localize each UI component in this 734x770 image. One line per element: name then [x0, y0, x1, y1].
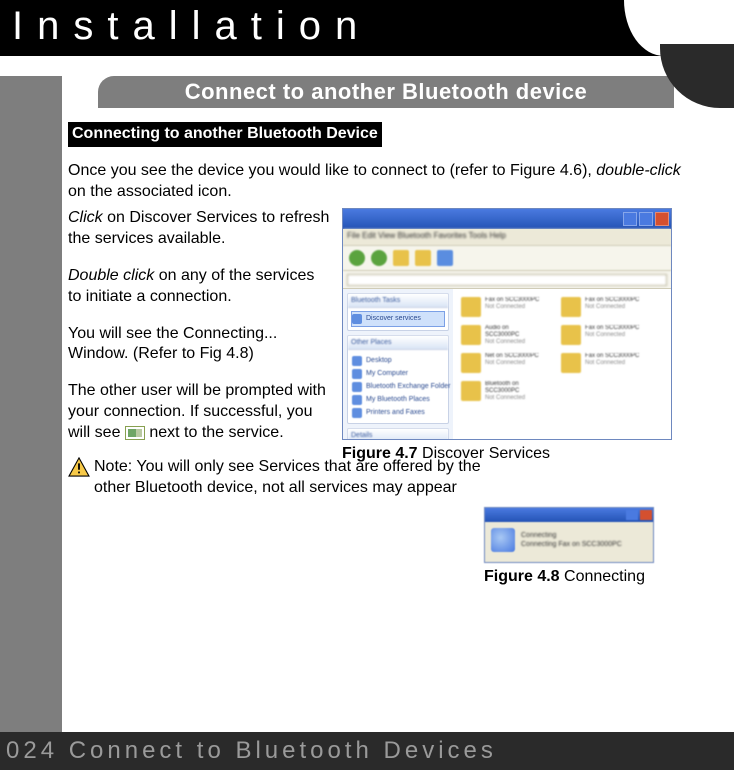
intro-paragraph: Once you see the device you would like t… [68, 161, 694, 203]
dialog-title: Connecting [521, 531, 647, 540]
sidebar-panel-details: Details LAPTOP [347, 428, 449, 440]
note-text: Note: You will only see Services that ar… [94, 457, 494, 499]
help-button-icon [626, 510, 638, 520]
dialog-text: Connecting Fax on SCC3000PC [521, 540, 647, 549]
intro-italic: double-click [596, 162, 680, 179]
section-banner: Connect to another Bluetooth device [0, 76, 734, 108]
panel-header: Details [348, 429, 448, 440]
panel-item: My Bluetooth Places [352, 393, 444, 406]
footer-text: 024 Connect to Bluetooth Devices [6, 737, 497, 764]
forward-icon [371, 250, 387, 266]
service-status: Not Connected [585, 332, 643, 339]
warning-icon [68, 457, 90, 477]
service-name: Fax on SCC3000PC [485, 297, 543, 304]
service-item: Fax on SCC3000PCNot Connected [461, 297, 543, 317]
service-icon [561, 353, 581, 373]
page-header: Installation [0, 0, 734, 56]
panel-header: Bluetooth Tasks [348, 294, 448, 308]
service-name: Fax on SCC3000PC [585, 353, 643, 360]
p4-b: next to the service. [145, 424, 284, 441]
service-status: Not Connected [585, 360, 643, 367]
service-name: Bluetooth on SCC3000PC [485, 381, 543, 394]
close-button-icon [640, 510, 652, 520]
p1-rest: on Discover Services to refresh the serv… [68, 209, 329, 247]
subsection-heading: Connecting to another Bluetooth Device [68, 122, 382, 147]
page-title: Installation [0, 0, 734, 49]
section-banner-title: Connect to another Bluetooth device [98, 76, 674, 108]
figure-48-screenshot: Connecting Connecting Fax on SCC3000PC [484, 507, 654, 563]
service-item: Fax on SCC3000PCNot Connected [561, 325, 643, 345]
figure-48-block: Connecting Connecting Fax on SCC3000PC F… [484, 507, 654, 588]
service-item: Audio on SCC3000PCNot Connected [461, 325, 543, 345]
service-icon [561, 297, 581, 317]
instruction-p4: The other user will be prompted with you… [68, 381, 332, 443]
service-item: Bluetooth on SCC3000PCNot Connected [461, 381, 543, 401]
service-status: Not Connected [485, 339, 543, 346]
close-button-icon [655, 212, 669, 226]
figure-48-caption: Figure 4.8 Connecting [484, 567, 654, 588]
left-margin-column [0, 108, 62, 732]
views-icon [437, 250, 453, 266]
service-name: Fax on SCC3000PC [585, 297, 643, 304]
service-status: Not Connected [585, 304, 643, 311]
content-area: Connecting to another Bluetooth Device O… [66, 108, 734, 499]
instruction-p3: You will see the Connecting... Window. (… [68, 324, 332, 366]
service-icon [461, 381, 481, 401]
figure-47-column: File Edit View Bluetooth Favorites Tools… [342, 208, 684, 465]
panel-item: My Computer [352, 367, 444, 380]
back-icon [349, 250, 365, 266]
explorer-content: Fax on SCC3000PCNot Connected Fax on SCC… [453, 289, 671, 439]
service-status: Not Connected [485, 304, 543, 311]
service-name: Net on SCC3000PC [485, 353, 543, 360]
sidebar-panel-places: Other Places Desktop My Computer Bluetoo… [347, 335, 449, 425]
service-icon [561, 325, 581, 345]
panel-item: Printers and Faxes [352, 406, 444, 419]
instruction-p2: Double click on any of the services to i… [68, 266, 332, 308]
figure-48-label: Figure 4.8 [484, 568, 560, 585]
window-toolbar [343, 245, 671, 271]
address-bar [343, 271, 671, 289]
service-name: Audio on SCC3000PC [485, 325, 543, 338]
service-item: Fax on SCC3000PCNot Connected [561, 353, 643, 373]
intro-text-1: Once you see the device you would like t… [68, 162, 596, 179]
p2-italic: Double click [68, 267, 154, 284]
connecting-icon [491, 528, 515, 552]
banner-left-block [0, 76, 62, 108]
dialog-titlebar [485, 508, 653, 522]
service-status: Not Connected [485, 360, 543, 367]
window-titlebar [343, 209, 671, 229]
figure-48-text: Connecting [560, 568, 645, 585]
spacer [0, 56, 734, 76]
service-item: Fax on SCC3000PCNot Connected [561, 297, 643, 317]
panel-header: Other Places [348, 336, 448, 350]
maximize-button-icon [639, 212, 653, 226]
minimize-button-icon [623, 212, 637, 226]
panel-item: Bluetooth Exchange Folder [352, 380, 444, 393]
instruction-column: Click on Discover Services to refresh th… [68, 208, 332, 465]
window-menubar: File Edit View Bluetooth Favorites Tools… [343, 229, 671, 245]
folders-icon [415, 250, 431, 266]
p1-italic: Click [68, 209, 103, 226]
search-icon [393, 250, 409, 266]
service-item: Net on SCC3000PCNot Connected [461, 353, 543, 373]
explorer-sidebar: Bluetooth Tasks Discover services Other … [343, 289, 453, 439]
panel-item-discover-services: Discover services [352, 312, 444, 325]
intro-text-2: on the associated icon. [68, 183, 232, 200]
service-name: Fax on SCC3000PC [585, 325, 643, 332]
service-icon [461, 325, 481, 345]
connected-status-icon [125, 426, 145, 440]
panel-item: Desktop [352, 354, 444, 367]
instruction-p1: Click on Discover Services to refresh th… [68, 208, 332, 250]
service-status: Not Connected [485, 395, 543, 402]
service-icon [461, 297, 481, 317]
page-footer: 024 Connect to Bluetooth Devices [0, 732, 734, 770]
figure-47-screenshot: File Edit View Bluetooth Favorites Tools… [342, 208, 672, 440]
address-field [347, 274, 667, 286]
service-icon [461, 353, 481, 373]
sidebar-panel-tasks: Bluetooth Tasks Discover services [347, 293, 449, 330]
